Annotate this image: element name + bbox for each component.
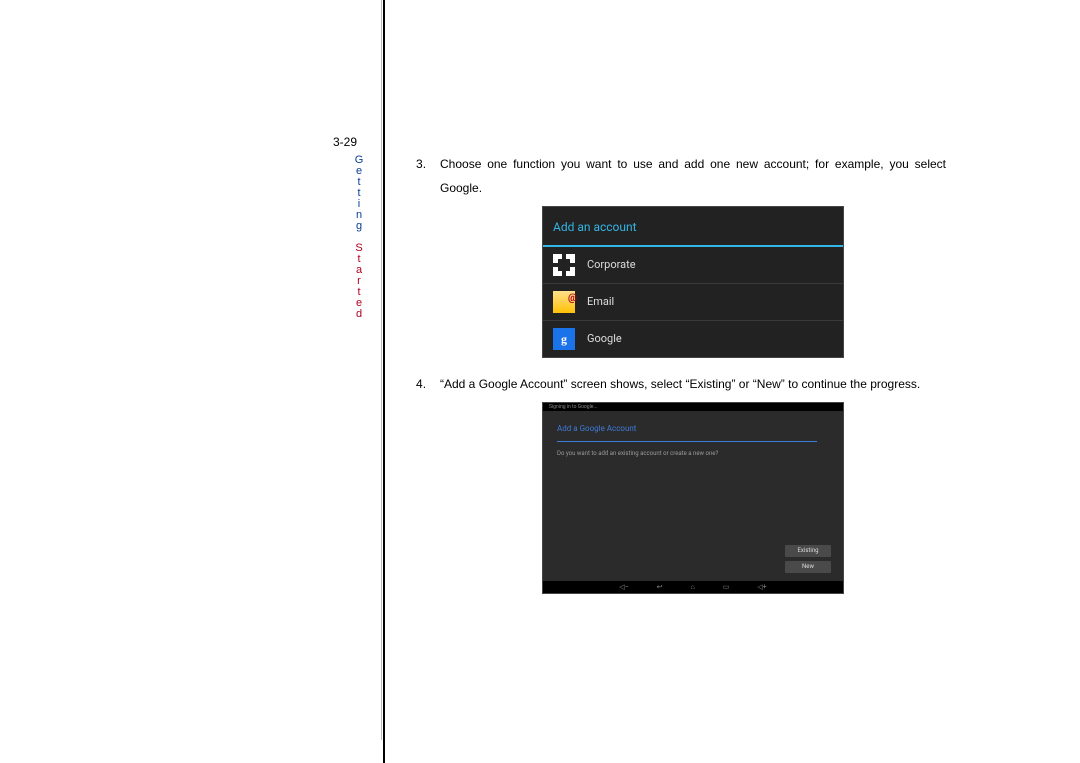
back-icon[interactable]: ↩ (657, 584, 663, 591)
page-number: 3-29 (333, 135, 357, 149)
android-status-bar: Signing in to Google... (543, 403, 843, 411)
dialog-title: Add a Google Account (557, 421, 817, 442)
account-row-email[interactable]: Email (543, 284, 843, 321)
step-4-text: “Add a Google Account” screen shows, sel… (440, 377, 920, 391)
recent-icon[interactable]: ▭ (723, 584, 730, 591)
vol-up-icon[interactable]: ◁+ (757, 584, 766, 591)
page-gutter-light (381, 0, 382, 740)
step-3-text: Choose one function you want to use and … (440, 157, 946, 195)
screenshot-google-account: Signing in to Google... Add a Google Acc… (542, 402, 844, 594)
step-list: Choose one function you want to use and … (416, 152, 946, 594)
existing-button[interactable]: Existing (785, 545, 831, 557)
account-row-corporate[interactable]: Corporate (543, 247, 843, 284)
dialog-buttons: Existing New (785, 545, 831, 573)
account-label: Email (587, 291, 614, 313)
page-gutter (383, 0, 385, 763)
new-button[interactable]: New (785, 561, 831, 573)
step-4: “Add a Google Account” screen shows, sel… (440, 372, 946, 594)
section-title-vertical: Getting Started (352, 155, 368, 320)
android-nav-bar: ◁− ↩ ⌂ ▭ ◁+ (543, 581, 843, 593)
dialog-body: Add a Google Account Do you want to add … (543, 411, 843, 470)
add-account-header: Add an account (543, 207, 843, 247)
home-icon[interactable]: ⌂ (691, 584, 695, 591)
screenshot-add-account: Add an account Corporate Email g Google (542, 206, 844, 358)
manual-page: 3-29 Getting Started Choose one function… (0, 0, 1080, 763)
vol-down-icon[interactable]: ◁− (619, 584, 628, 591)
content-area: Choose one function you want to use and … (416, 152, 946, 608)
google-icon: g (553, 328, 575, 350)
corporate-icon (553, 254, 575, 276)
account-label: Corporate (587, 254, 636, 276)
step-3: Choose one function you want to use and … (440, 152, 946, 358)
dialog-question: Do you want to add an existing account o… (557, 448, 829, 460)
email-icon (553, 291, 575, 313)
account-label: Google (587, 328, 622, 350)
account-row-google[interactable]: g Google (543, 321, 843, 357)
